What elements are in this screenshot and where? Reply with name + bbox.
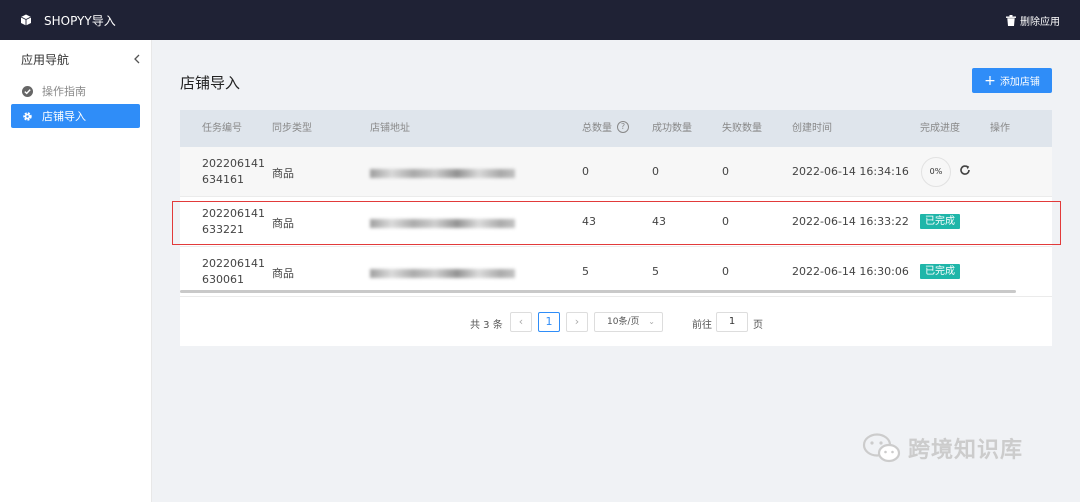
success-count: 0 — [652, 165, 659, 178]
sync-type: 商品 — [272, 267, 294, 280]
help-icon[interactable]: ? — [617, 121, 629, 133]
blurred-address — [370, 269, 515, 278]
app-title: SHOPYY导入 — [44, 13, 116, 28]
sidebar-item-store-import[interactable]: 店铺导入 — [11, 104, 140, 128]
column-header-task-id: 任务编号 — [202, 123, 242, 134]
store-address — [370, 268, 515, 281]
watermark: 跨境知识库 — [862, 432, 1023, 464]
next-page-button[interactable]: › — [566, 312, 588, 332]
column-header-total: 总数量? — [582, 110, 629, 147]
sidebar-item-label: 操作指南 — [42, 85, 86, 98]
plus-icon: + — [984, 72, 996, 89]
task-id-line2: 630061 — [202, 273, 244, 286]
cube-icon — [20, 14, 32, 26]
total-count: 5 — [582, 265, 589, 278]
sync-type: 商品 — [272, 167, 294, 180]
column-header-total-label: 总数量 — [582, 123, 612, 134]
app-brand: SHOPYY导入 — [20, 12, 116, 29]
top-bar: SHOPYY导入 删除应用 — [0, 0, 1080, 40]
check-circle-icon — [22, 85, 33, 97]
table-header: 任务编号 同步类型 店铺地址 总数量? 成功数量 失败数量 创建时间 完成进度 … — [180, 110, 1052, 147]
column-header-success: 成功数量 — [652, 123, 692, 134]
prev-page-button[interactable]: ‹ — [510, 312, 532, 332]
page-size-select[interactable]: 10条/页 ⌄ — [594, 312, 663, 332]
page-title: 店铺导入 — [180, 74, 241, 92]
chevron-down-icon: ⌄ — [648, 317, 655, 326]
sidebar-item-label: 店铺导入 — [42, 110, 86, 123]
created-time: 2022-06-14 16:30:06 — [792, 265, 909, 278]
progress-circle: 0% — [921, 157, 951, 187]
chevron-left-icon[interactable] — [133, 54, 141, 64]
task-id: 202206141 634161 — [202, 156, 282, 188]
pagination-total: 共 3 条 — [470, 320, 503, 331]
sidebar-item-guide[interactable]: 操作指南 — [11, 79, 140, 103]
store-address — [370, 168, 515, 181]
column-header-progress: 完成进度 — [920, 123, 960, 134]
column-header-sync-type: 同步类型 — [272, 123, 312, 134]
pagination: 共 3 条 ‹ 1 › 10条/页 ⌄ 前往 1 页 — [180, 312, 1052, 334]
horizontal-scrollbar[interactable] — [180, 290, 1016, 293]
sidebar-heading-label: 应用导航 — [21, 53, 70, 67]
failed-count: 0 — [722, 165, 729, 178]
total-count: 0 — [582, 165, 589, 178]
task-id-line2: 634161 — [202, 173, 244, 186]
sidebar-heading: 应用导航 — [0, 40, 151, 78]
page-number-button[interactable]: 1 — [538, 312, 560, 332]
task-id-line1: 202206141 — [202, 157, 265, 170]
column-header-store-address: 店铺地址 — [370, 123, 410, 134]
created-time: 2022-06-14 16:34:16 — [792, 165, 909, 178]
wechat-icon — [862, 433, 901, 463]
delete-app-label: 删除应用 — [1020, 16, 1060, 28]
page-size-value: 10条/页 — [607, 317, 640, 327]
column-header-created: 创建时间 — [792, 123, 832, 134]
watermark-text: 跨境知识库 — [908, 438, 1024, 463]
goto-page-input[interactable]: 1 — [716, 312, 748, 332]
blurred-address — [370, 169, 515, 178]
trash-icon — [1006, 14, 1016, 26]
sidebar: 应用导航 操作指南 店铺导入 — [0, 40, 152, 502]
table-row: 202206141 634161 商品 0 0 0 2022-06-14 16:3… — [180, 147, 1052, 197]
add-store-button[interactable]: + 添加店铺 — [972, 68, 1052, 93]
highlight-box — [172, 201, 1061, 245]
failed-count: 0 — [722, 265, 729, 278]
delete-app-button[interactable]: 删除应用 — [1006, 0, 1060, 40]
goto-label: 前往 — [692, 320, 712, 331]
gear-icon — [23, 111, 32, 121]
refresh-icon[interactable] — [959, 164, 971, 176]
page-suffix-label: 页 — [753, 320, 763, 331]
task-id-line1: 202206141 — [202, 257, 265, 270]
column-header-failed: 失败数量 — [722, 123, 762, 134]
column-header-actions: 操作 — [990, 123, 1010, 134]
success-count: 5 — [652, 265, 659, 278]
status-badge: 已完成 — [920, 264, 960, 279]
task-id: 202206141 630061 — [202, 256, 282, 288]
add-store-label: 添加店铺 — [999, 77, 1040, 88]
